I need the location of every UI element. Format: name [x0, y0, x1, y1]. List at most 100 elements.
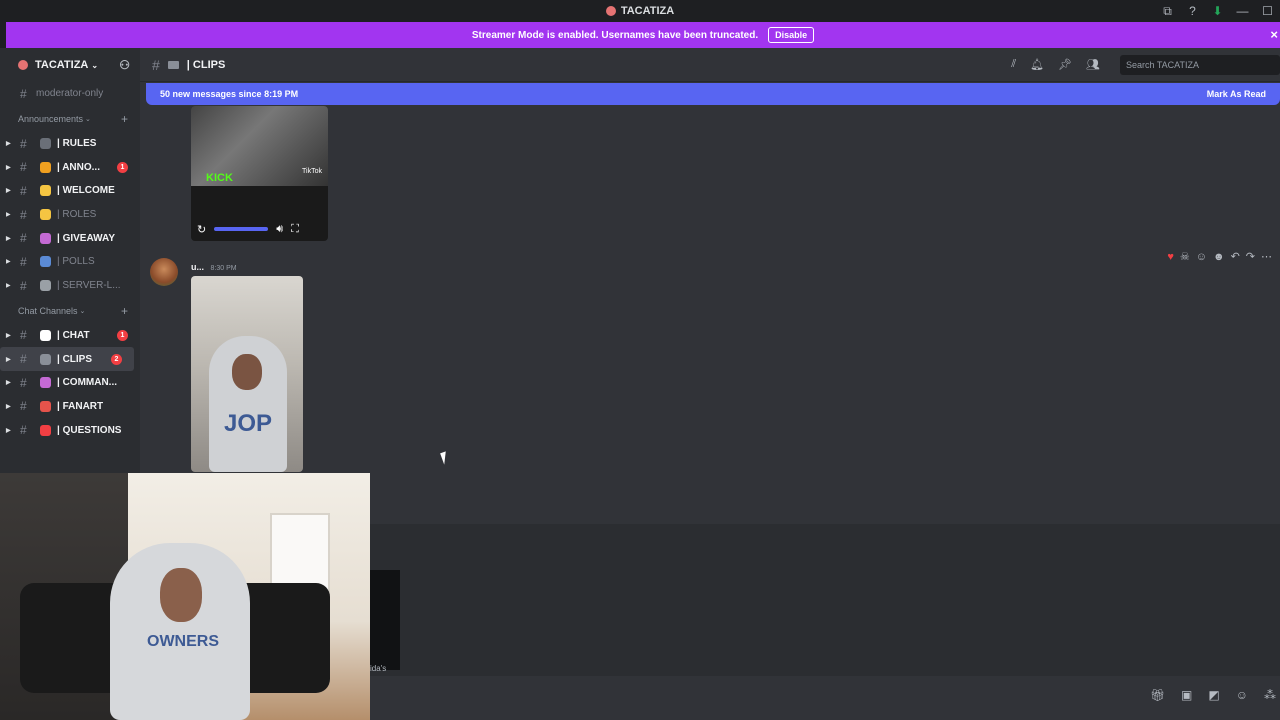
threads-icon[interactable]: ⫽ [1011, 58, 1016, 71]
video-attachment[interactable]: KICK TikTok ↻ 🔊︎ ⛶ [191, 106, 328, 241]
help-icon[interactable]: ? [1180, 4, 1205, 18]
window-title: TACATIZA [605, 5, 674, 17]
channel-label: | CHAT [57, 329, 90, 341]
channel-emoji-icon [40, 256, 51, 268]
member-list-icon[interactable]: 👥︎ [1086, 58, 1100, 71]
channel-item[interactable]: ▶ # | COMMAN... [0, 371, 140, 395]
heart-reaction-icon[interactable]: ♥ [1167, 251, 1174, 263]
channel-label: moderator-only [36, 88, 104, 100]
hash-icon: # [20, 254, 27, 269]
channel-item[interactable]: ▶ # | SERVER-L... [0, 274, 140, 298]
header-toolbar: ⫽ 🔔︎ 📌︎ 👥︎ Search TACATIZA [1011, 54, 1280, 75]
hash-icon: # [20, 423, 27, 438]
volume-slider[interactable] [214, 227, 269, 231]
composer-tools: 🎁︎ ▣ ◩ ☺ ⁂ [1150, 688, 1276, 702]
channel-list-announcements: ▶ # | RULES ▶ # | ANNO... 1 ▶ # | WELCOME ▶ # | ROLE… [0, 132, 140, 298]
add-reaction-icon[interactable]: ☻ [1213, 251, 1225, 263]
unread-arrow-icon: ▶ [6, 427, 11, 434]
channel-item[interactable]: ▶ # | GIVEAWAY [0, 226, 140, 250]
skull-reaction-icon[interactable]: ☠ [1180, 250, 1190, 263]
category-chat-channels[interactable]: Chat Channels ⌄ + [0, 298, 140, 324]
invite-people-icon[interactable]: ⚇ [119, 58, 130, 72]
channel-label: | GIVEAWAY [57, 232, 116, 244]
message-author[interactable]: u... 8:30 PM [191, 262, 237, 272]
mouse-cursor-icon [440, 451, 450, 465]
channel-moderator-only[interactable]: # moderator-only [0, 82, 140, 106]
add-channel-icon[interactable]: + [121, 112, 128, 126]
channel-header-name: | CLIPS [186, 58, 226, 71]
channel-emoji-icon [40, 161, 51, 173]
author-name: u... [191, 262, 204, 272]
channel-item[interactable]: ▶ # | ANNO... 1 [0, 155, 140, 179]
apps-icon[interactable]: ⁂ [1264, 688, 1276, 702]
channel-emoji-icon [40, 424, 51, 436]
new-messages-text: 50 new messages since 8:19 PM [160, 89, 299, 99]
hash-icon: # [20, 160, 27, 175]
channel-header: # | CLIPS ⫽ 🔔︎ 📌︎ 👥︎ Search TACATIZA [140, 48, 1280, 82]
maximize-button[interactable]: ☐ [1255, 4, 1280, 18]
disable-streamer-mode-button[interactable]: Disable [768, 27, 815, 43]
channel-emoji-icon [40, 280, 51, 292]
embed-thumbnail[interactable] [370, 570, 400, 670]
search-input[interactable]: Search TACATIZA [1120, 54, 1280, 75]
channel-emoji-icon [40, 400, 51, 412]
replay-icon[interactable]: ↻ [197, 223, 206, 236]
face-shape [232, 354, 262, 390]
unread-badge: 2 [111, 353, 122, 365]
banner-text: Streamer Mode is enabled. Usernames have… [471, 29, 759, 41]
reply-icon[interactable]: ↶ [1231, 250, 1240, 263]
forward-icon[interactable]: ↷ [1246, 250, 1255, 263]
image-attachment[interactable]: JOP [191, 276, 303, 472]
fullscreen-icon[interactable]: ⛶ [291, 223, 299, 236]
channel-item[interactable]: ▶ # | QUESTIONS [0, 418, 140, 442]
gift-icon[interactable]: 🎁︎ [1150, 688, 1165, 702]
webcam-face [160, 568, 202, 622]
download-icon[interactable]: ⬇ [1205, 4, 1230, 18]
gif-icon[interactable]: ▣ [1181, 688, 1192, 702]
sticker-icon[interactable]: ◩ [1208, 688, 1219, 702]
chevron-down-icon: ⌄ [79, 307, 86, 315]
add-channel-icon[interactable]: + [121, 304, 128, 318]
hash-icon: # [20, 86, 27, 101]
channel-item[interactable]: ▶ # | WELCOME [0, 179, 140, 203]
channel-header-title: # | CLIPS [152, 57, 225, 73]
channel-item[interactable]: ▶ # | FANART [0, 395, 140, 419]
hash-icon: # [20, 399, 27, 414]
server-name: TACATIZA [35, 59, 89, 71]
minimize-button[interactable]: — [1230, 4, 1255, 18]
category-label: Chat Channels [18, 305, 78, 316]
embed-caption: ida's [370, 664, 387, 673]
new-messages-bar[interactable]: 50 new messages since 8:19 PM Mark As Re… [146, 83, 1280, 105]
close-icon[interactable]: × [1270, 27, 1278, 42]
volume-icon[interactable]: 🔊︎ [276, 223, 283, 236]
hash-icon: # [20, 375, 27, 390]
channel-item[interactable]: ▶ # | RULES [0, 132, 140, 156]
mark-as-read-button[interactable]: Mark As Read [1207, 89, 1266, 99]
laugh-reaction-icon[interactable]: ☺ [1196, 251, 1207, 263]
hash-icon: # [152, 56, 160, 73]
unread-arrow-icon: ▶ [6, 283, 11, 290]
channel-label: | ROLES [57, 209, 97, 221]
emoji-icon[interactable]: ☺ [1236, 688, 1248, 702]
more-icon[interactable]: ⋯ [1261, 250, 1272, 263]
channel-item[interactable]: ▶ # | CLIPS 2 [0, 347, 134, 371]
channel-item[interactable]: ▶ # | ROLES [0, 203, 140, 227]
shirt-text: JOP [223, 410, 273, 437]
webcam-overlay: OWNERS [0, 473, 370, 720]
server-header[interactable]: TACATIZA ⌄ ⚇ [0, 48, 140, 82]
hash-icon: # [20, 136, 27, 151]
video-controls: ↻ 🔊︎ ⛶ [191, 218, 328, 240]
channel-item[interactable]: ▶ # | CHAT 1 [0, 324, 140, 348]
pin-icon[interactable]: 📌︎ [1058, 58, 1072, 71]
category-announcements[interactable]: Announcements ⌄ + [0, 106, 140, 132]
inbox-icon[interactable]: ⧉ [1155, 4, 1180, 19]
avatar[interactable] [150, 258, 178, 286]
streamer-mode-banner: Streamer Mode is enabled. Usernames have… [6, 22, 1280, 48]
channel-item[interactable]: ▶ # | POLLS [0, 250, 140, 274]
chevron-down-icon: ⌄ [91, 60, 99, 70]
notification-bell-icon[interactable]: 🔔︎ [1030, 58, 1044, 71]
unread-badge: 1 [117, 161, 128, 173]
unread-arrow-icon: ▶ [6, 164, 11, 171]
unread-arrow-icon: ▶ [6, 380, 11, 387]
title-bar: TACATIZA ⧉ ? ⬇ — ☐ [0, 0, 1280, 22]
